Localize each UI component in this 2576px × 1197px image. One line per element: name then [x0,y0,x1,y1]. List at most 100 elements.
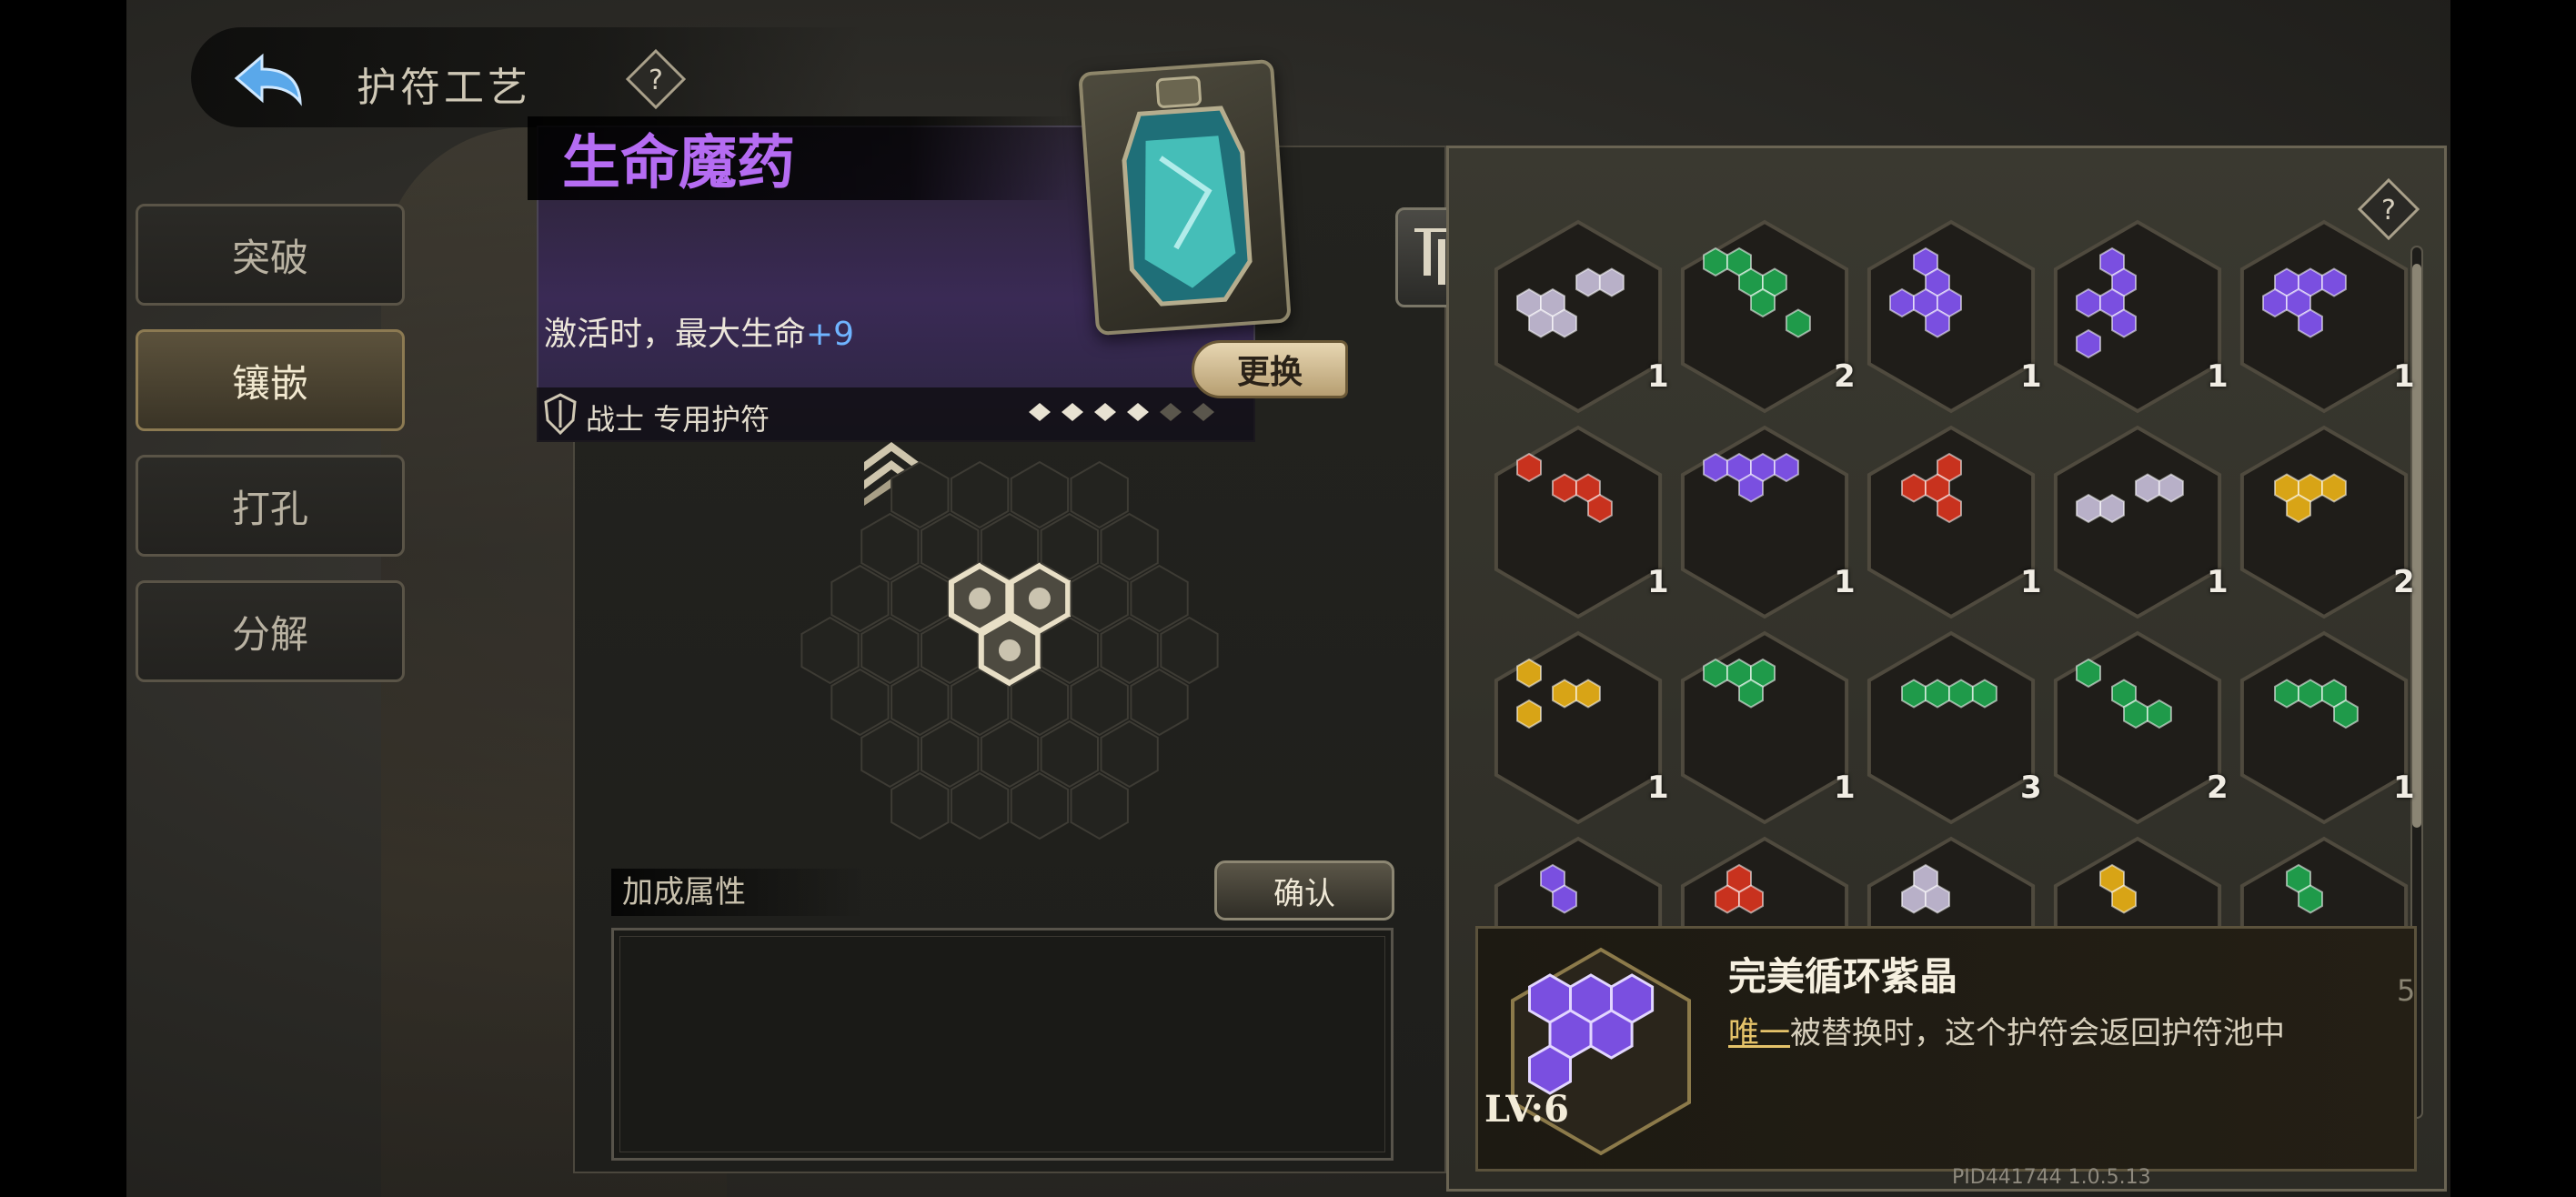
socket-glow [969,588,991,609]
socket-slot[interactable] [1010,771,1070,840]
socket-slot[interactable] [980,719,1040,789]
charm-effect: 激活时，最大生命+9 [544,307,854,355]
gem-cell [1528,1044,1572,1095]
gem-cell [1575,267,1601,297]
socket-slot[interactable] [1070,564,1129,633]
charm-slot[interactable] [1487,420,1669,629]
gem-cell [1552,473,1577,503]
charm-slot[interactable] [2233,420,2415,629]
slot-background [2239,219,2409,414]
rank-star-icon [1192,403,1214,421]
charm-slot[interactable] [1674,626,1856,835]
gem-cell [2111,308,2137,338]
socket-slot[interactable] [891,564,950,633]
socket-slot[interactable] [1100,616,1159,685]
gem-cell [1703,452,1728,483]
charm-count: 2 [2393,564,2415,600]
tab-socket[interactable]: 打孔 [136,455,405,557]
charm-slot[interactable] [2047,420,2229,629]
slot-background [2239,425,2409,619]
slot-background [2053,219,2222,414]
bonus-stats-title: 加成属性 [611,869,866,916]
socket-slot[interactable] [1100,719,1159,789]
socket-slot[interactable] [1130,564,1189,633]
bonus-stats-box [611,928,1394,1161]
confirm-button[interactable]: 确认 [1214,860,1394,920]
gem-cell [1738,679,1764,709]
charm-slot[interactable] [1487,626,1669,835]
page-title: 护符工艺 [357,65,531,111]
gem-cell [1738,473,1764,503]
socket-slot[interactable] [891,460,950,529]
socket-slot[interactable] [1100,512,1159,581]
gem-cell [2262,287,2288,318]
rank-star-icon [1160,403,1182,421]
gem-cell [2298,679,2323,709]
charm-slot[interactable] [1860,215,2042,424]
back-arrow-icon[interactable] [227,47,315,113]
gem-cell [1528,308,1554,338]
confirm-label: 确认 [1273,875,1335,912]
gem-cell [1925,679,1950,709]
charm-count: 1 [1647,358,1669,395]
charm-portrait [1078,58,1292,337]
socket-slot[interactable] [1070,668,1129,737]
slot-background [1494,219,1663,414]
socket-slot[interactable] [1070,460,1129,529]
gem-cell [1889,287,1915,318]
socket-slot[interactable] [950,771,1010,840]
charm-class-label: 战士 专用护符 [586,402,770,437]
charm-slot[interactable] [1860,626,2042,835]
charm-slot[interactable] [2047,626,2229,835]
socket-slot[interactable] [830,564,890,633]
gem-cell [1516,699,1542,729]
gem-cell [2076,493,2101,524]
unique-keyword[interactable]: 唯一 [1728,1015,1790,1051]
charm-count: 1 [1834,770,1856,806]
gem-cell [1901,473,1927,503]
gem-cell [1774,452,1799,483]
socket-slot[interactable] [860,616,920,685]
socket-slot[interactable] [1130,668,1189,737]
charm-count: 1 [1834,564,1856,600]
socket-slot[interactable] [1010,460,1070,529]
socket-slot[interactable] [921,719,980,789]
socket-slot[interactable] [1160,616,1219,685]
tab-label: 打孔 [231,486,308,531]
gem-cell [1598,267,1625,297]
socket-slot[interactable] [891,668,950,737]
gem-cell [1948,679,1974,709]
tab-breakthrough[interactable]: 突破 [136,204,405,306]
charm-slot[interactable] [2233,215,2415,424]
charm-slot[interactable] [2233,626,2415,835]
socket-slot[interactable] [1040,719,1099,789]
tab-inlay[interactable]: 镶嵌 [136,329,405,431]
help-icon[interactable]: ? [624,47,688,111]
gem-cell [2158,473,2184,503]
charm-slot[interactable] [1674,420,1856,629]
charm-count: 1 [2207,564,2229,600]
gem-cell [1587,493,1613,524]
gem-cell [1901,679,1927,709]
socket-slot[interactable] [800,616,860,685]
charm-count: 1 [2393,358,2415,395]
gem-cell [1589,1009,1634,1060]
gem-cell [1575,679,1601,709]
slot-background [1494,630,1663,825]
charm-slot[interactable] [2047,215,2229,424]
socket-slot[interactable] [1070,771,1129,840]
page-number: 5 [2397,973,2416,1008]
socket-slot[interactable] [860,719,920,789]
socket-slot[interactable] [891,771,950,840]
socket-slot[interactable] [860,512,920,581]
gem-cell [1901,884,1927,914]
swap-charm-button[interactable]: 更换 [1192,340,1348,398]
socket-slot[interactable] [830,668,890,737]
gem-cell [1750,287,1776,318]
gem-cell [1715,884,1740,914]
socket-slot[interactable] [950,460,1010,529]
charm-slot[interactable] [1487,215,1669,424]
charm-slot[interactable] [1860,420,2042,629]
tab-decompose[interactable]: 分解 [136,580,405,682]
charm-slot[interactable] [1674,215,1856,424]
